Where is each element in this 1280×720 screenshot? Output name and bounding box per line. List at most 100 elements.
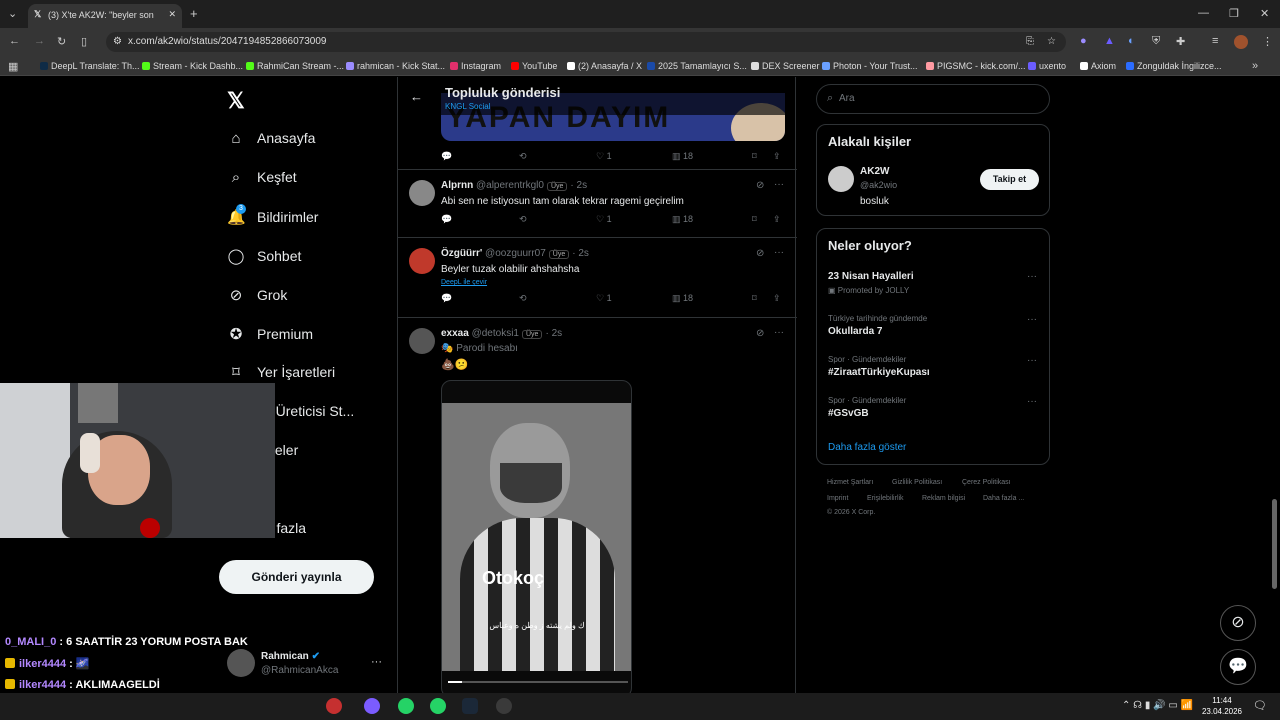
sidebar-item-1[interactable]: ⌕ Keşfet	[227, 169, 297, 186]
tray-icons[interactable]: ⌃ ☊ ▮ 🔊 ▭ 📶	[1122, 700, 1193, 711]
bookmark-item[interactable]: Stream - Kick Dashb...	[142, 61, 243, 71]
trend-more-icon[interactable]: ···	[1027, 355, 1037, 366]
app-icon[interactable]	[364, 698, 380, 714]
sidebar-icon[interactable]: ▯	[81, 35, 87, 48]
trend-item[interactable]: Spor · Gündemdekiler #ZiraatTürkiyeKupas…	[817, 353, 1049, 389]
reply-author[interactable]: Özgüürr' @oozguurr07 Üye · 2s	[441, 248, 589, 259]
share-icon[interactable]: ⇪	[773, 293, 781, 304]
video-progress-bar[interactable]	[448, 681, 628, 683]
sidebar-item-0[interactable]: ⌂ Anasayfa	[227, 130, 315, 147]
shield-icon[interactable]: ⛨	[1152, 35, 1160, 48]
sidebar-item-4[interactable]: ⊘ Grok	[227, 286, 288, 304]
reply-post[interactable]: Alprnn @alperentrkgl0 Üye · 2s ⊘ ··· Abi se…	[398, 170, 797, 238]
sidebar-item-5[interactable]: ✪ Premium	[227, 325, 313, 343]
back-icon[interactable]: ←	[9, 35, 20, 47]
messages-fab-icon[interactable]: 💬	[1220, 649, 1256, 685]
close-window-icon[interactable]: ✕	[1260, 7, 1269, 20]
trend-more-icon[interactable]: ···	[1027, 314, 1037, 325]
bookmark-item[interactable]: Photon - Your Trust...	[822, 61, 918, 71]
profile-avatar[interactable]	[1234, 35, 1248, 49]
follow-button[interactable]: Takip et	[980, 169, 1039, 190]
bookmark-item[interactable]: DEX Screener	[751, 61, 820, 71]
person-name[interactable]: AK2W	[860, 166, 889, 177]
steam-icon[interactable]	[462, 698, 478, 714]
bookmark-item[interactable]: DeepL Translate: Th...	[40, 61, 140, 71]
trend-more-icon[interactable]: ···	[1027, 396, 1037, 407]
account-avatar[interactable]	[227, 649, 255, 677]
views-count[interactable]: ▥ 18	[672, 151, 693, 162]
trend-more-icon[interactable]: ···	[1027, 271, 1037, 282]
sidebar-item-6[interactable]: ⌑ Yer İşaretleri	[227, 363, 335, 381]
views-count[interactable]: ▥ 18	[672, 214, 693, 225]
notification-center-icon[interactable]: 🗨	[1253, 699, 1267, 712]
grok-analyze-icon[interactable]: ⊘	[756, 328, 764, 339]
bookmark-icon[interactable]: ⌑	[752, 151, 757, 162]
footer-link[interactable]: Hizmet Şartları	[827, 479, 873, 486]
clock-time[interactable]: 11:44	[1202, 696, 1242, 705]
media-icon[interactable]: ≡	[1212, 35, 1218, 47]
apps-grid-icon[interactable]: ▦	[8, 60, 18, 73]
grok-analyze-icon[interactable]: ⊘	[756, 180, 764, 191]
footer-link[interactable]: Çerez Politikası	[962, 479, 1011, 486]
reply-more-icon[interactable]: ···	[774, 179, 784, 190]
install-icon[interactable]: ⎘	[1026, 36, 1034, 47]
back-arrow-icon[interactable]: ←	[410, 89, 423, 104]
post-button[interactable]: Gönderi yayınla	[219, 560, 374, 594]
trend-item[interactable]: Türkiye tarihinde gündemde Okullarda 7 ·…	[817, 312, 1049, 348]
trend-item[interactable]: Spor · Gündemdekiler #GSvGB ···	[817, 394, 1049, 430]
reply-icon[interactable]: 💬	[441, 214, 452, 225]
sidebar-item-3[interactable]: ◯ Sohbet	[227, 247, 302, 265]
tab-search-icon[interactable]: ⌄	[8, 7, 17, 20]
like-button[interactable]: ♡ 1	[596, 293, 612, 304]
browser-tab[interactable]: 𝕏 (3) X'te AK2W: "beyler son ✕	[28, 4, 182, 28]
reply-more-icon[interactable]: ···	[774, 247, 784, 258]
reply-post[interactable]: Özgüürr' @oozguurr07 Üye · 2s ⊘ ··· Beyler …	[398, 238, 797, 318]
footer-link[interactable]: Daha fazla ...	[983, 495, 1024, 502]
bookmark-item[interactable]: Axiom	[1080, 61, 1116, 71]
account-name[interactable]: Rahmican ✔	[261, 651, 320, 662]
star-icon[interactable]: ☆	[1047, 36, 1056, 47]
share-icon[interactable]: ⇪	[773, 214, 781, 225]
minimize-icon[interactable]: —	[1198, 7, 1209, 19]
reply-author[interactable]: Alprnn @alperentrkgl0 Üye · 2s	[441, 180, 587, 191]
bookmark-item[interactable]: PIGSMC - kick.com/...	[926, 61, 1026, 71]
new-tab-icon[interactable]: +	[190, 6, 198, 21]
footer-link[interactable]: Imprint	[827, 495, 848, 502]
reply-icon[interactable]: 💬	[441, 293, 452, 304]
grok-analyze-icon[interactable]: ⊘	[756, 248, 764, 259]
grok-fab-icon[interactable]: ⊘	[1220, 605, 1256, 641]
reply-avatar[interactable]	[409, 248, 435, 274]
bookmark-item[interactable]: Instagram	[450, 61, 501, 71]
reply-avatar[interactable]	[409, 180, 435, 206]
video-player[interactable]: Otokoç ك ولم يشته ز وطن ه وعباس	[441, 380, 632, 693]
clock-date[interactable]: 23.04.2026	[1198, 707, 1246, 716]
extensions-puzzle-icon[interactable]: ✚	[1176, 35, 1185, 48]
url-field[interactable]: ⚙ x.com/ak2wio/status/204719485286607300…	[106, 32, 1066, 52]
obs-icon[interactable]	[496, 698, 512, 714]
bookmark-item[interactable]: RahmiCan Stream -...	[246, 61, 344, 71]
reply-more-icon[interactable]: ···	[774, 327, 784, 338]
share-icon[interactable]: ⇪	[773, 151, 781, 162]
bookmark-icon[interactable]: ⌑	[752, 293, 757, 304]
like-button[interactable]: ♡ 1	[596, 151, 612, 162]
bookmark-item[interactable]: 2025 Tamamlayıcı S...	[647, 61, 747, 71]
forward-icon[interactable]: →	[34, 35, 45, 47]
whatsapp-icon[interactable]	[430, 698, 446, 714]
menu-icon[interactable]: ⋮	[1262, 35, 1273, 48]
bookmark-item[interactable]: rahmican - Kick Stat...	[346, 61, 445, 71]
bookmark-item[interactable]: Zonguldak İngilizce...	[1126, 61, 1222, 71]
trend-item[interactable]: 23 Nisan Hayalleri ▣ Promoted by JOLLY ·…	[817, 269, 1049, 305]
account-more-icon[interactable]: ···	[371, 656, 382, 668]
close-tab-icon[interactable]: ✕	[168, 9, 176, 20]
footer-link[interactable]: Gizlilik Politikası	[892, 479, 942, 486]
community-name[interactable]: KNGL Social	[445, 102, 491, 111]
extension-icon[interactable]: ▲	[1104, 35, 1115, 47]
x-logo-icon[interactable]: 𝕏	[227, 88, 245, 114]
site-info-icon[interactable]: ⚙	[113, 36, 122, 47]
bookmark-item[interactable]: YouTube	[511, 61, 557, 71]
scrollbar[interactable]	[1272, 499, 1277, 589]
maximize-icon[interactable]: ❐	[1229, 7, 1239, 20]
reply-post[interactable]: exxaa @detoksi1 Üye · 2s ⊘ ··· 🎭 Parodi hes…	[398, 318, 797, 693]
views-count[interactable]: ▥ 18	[672, 293, 693, 304]
extension-icon[interactable]: ◐	[1128, 35, 1135, 47]
